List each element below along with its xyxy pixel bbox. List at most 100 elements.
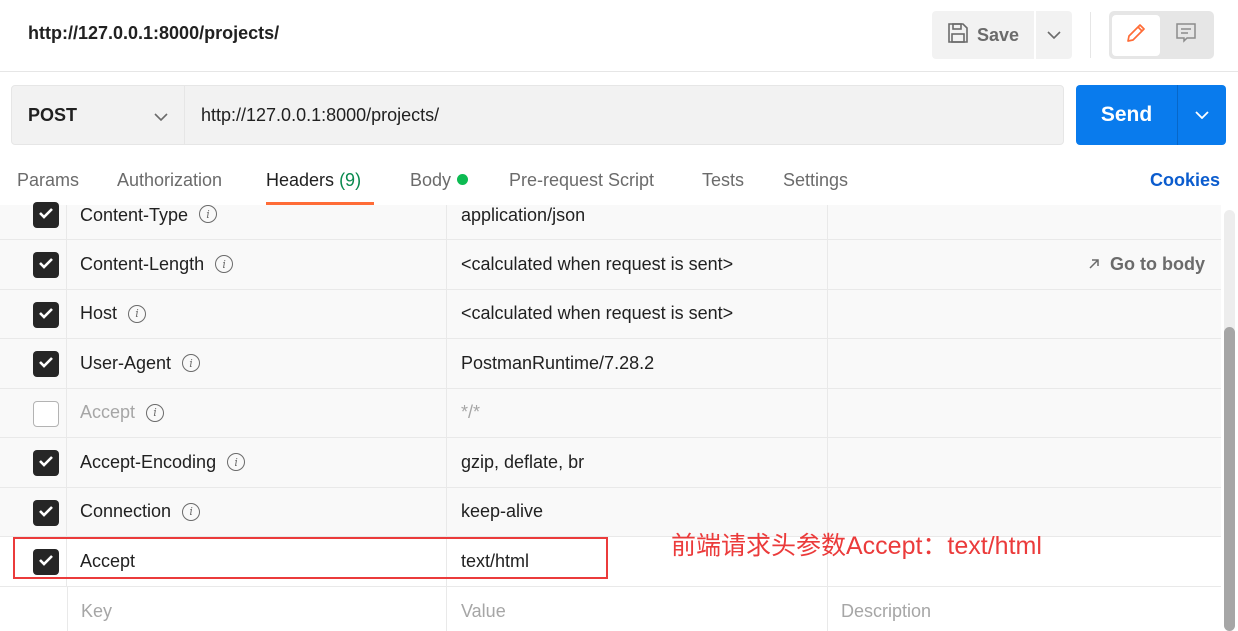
- method-label: POST: [28, 104, 78, 125]
- key-cell[interactable]: Accept i: [67, 388, 447, 437]
- info-icon[interactable]: i: [215, 255, 234, 274]
- key-cell[interactable]: User-Agent i: [67, 339, 447, 388]
- request-title[interactable]: http://127.0.0.1:8000/projects/: [28, 23, 279, 44]
- header-value: */*: [461, 402, 481, 423]
- tab-pre-request-script[interactable]: Pre-request Script: [509, 170, 654, 191]
- header-value: text/html: [461, 550, 530, 571]
- request-header-bar: http://127.0.0.1:8000/projects/ Save: [0, 0, 1238, 72]
- tab-body[interactable]: Body: [410, 170, 469, 191]
- description-cell[interactable]: [828, 290, 1221, 339]
- header-key: Content-Length: [80, 253, 205, 274]
- tab-label: Pre-request Script: [509, 170, 655, 190]
- enabled-checkbox[interactable]: [33, 351, 59, 377]
- enabled-checkbox[interactable]: [33, 301, 59, 328]
- comment-icon: [1175, 22, 1197, 49]
- key-cell[interactable]: Accept: [67, 537, 447, 586]
- description-cell[interactable]: [828, 438, 1221, 487]
- new-key-input[interactable]: Key: [67, 586, 447, 631]
- checkbox-cell: [0, 487, 67, 536]
- value-cell[interactable]: <calculated when request is sent>: [447, 240, 828, 289]
- enabled-checkbox[interactable]: [33, 549, 59, 575]
- enabled-checkbox[interactable]: [33, 202, 59, 228]
- checkbox-cell: [0, 388, 67, 437]
- tab-label: Body: [410, 170, 452, 190]
- tab-params[interactable]: Params: [17, 170, 79, 191]
- edit-mode-button[interactable]: [1112, 14, 1160, 56]
- header-key: Accept: [80, 402, 136, 423]
- table-row: Accept-Encoding i gzip, deflate, br: [0, 438, 1221, 488]
- value-cell[interactable]: */*: [447, 388, 828, 437]
- header-key: Accept-Encoding: [80, 451, 217, 472]
- new-description-input[interactable]: Description: [828, 587, 1221, 631]
- checkbox-cell: [0, 537, 67, 586]
- enabled-checkbox[interactable]: [33, 252, 59, 278]
- enabled-checkbox[interactable]: [33, 400, 59, 427]
- go-to-body-link[interactable]: Go to body: [1088, 240, 1205, 289]
- url-input[interactable]: [185, 86, 1063, 144]
- tab-headers[interactable]: Headers (9): [266, 170, 361, 191]
- checkbox-cell: [0, 202, 67, 239]
- header-key: User-Agent: [80, 352, 172, 373]
- tab-label: Settings: [783, 170, 849, 190]
- pencil-icon: [1125, 22, 1147, 49]
- checkmark-icon: [38, 256, 54, 274]
- tab-authorization[interactable]: Authorization: [117, 170, 222, 191]
- header-value: PostmanRuntime/7.28.2: [461, 352, 655, 373]
- description-cell[interactable]: Go to body: [828, 240, 1221, 289]
- header-key: Accept: [80, 550, 136, 571]
- checkmark-icon: [38, 553, 54, 571]
- save-button-group: Save: [932, 11, 1072, 59]
- checkbox-cell: [0, 289, 67, 338]
- save-dropdown-button[interactable]: [1036, 11, 1072, 59]
- enabled-checkbox[interactable]: [33, 499, 59, 526]
- info-icon[interactable]: i: [227, 453, 246, 472]
- tab-label: Headers: [266, 170, 335, 190]
- tab-tests[interactable]: Tests: [702, 170, 744, 191]
- info-icon[interactable]: i: [182, 502, 201, 521]
- save-button[interactable]: Save: [932, 11, 1034, 59]
- scrollbar-thumb[interactable]: [1224, 327, 1235, 631]
- key-cell[interactable]: Connection i: [67, 487, 447, 536]
- checkmark-icon: [38, 206, 54, 224]
- value-cell[interactable]: PostmanRuntime/7.28.2: [447, 339, 828, 388]
- chevron-down-icon: [154, 105, 168, 126]
- header-key: Host: [80, 303, 118, 324]
- table-row: Content-Length i <calculated when request…: [0, 240, 1221, 290]
- description-cell[interactable]: [828, 339, 1221, 388]
- key-cell[interactable]: Accept-Encoding i: [67, 438, 447, 487]
- checkbox-cell: [0, 438, 67, 487]
- send-dropdown-button[interactable]: [1178, 85, 1226, 145]
- comments-button[interactable]: [1162, 15, 1210, 56]
- tab-settings[interactable]: Settings: [783, 170, 848, 191]
- info-icon[interactable]: i: [182, 354, 201, 373]
- headers-table: Content-Type i application/json Content-L…: [0, 202, 1221, 631]
- checkmark-icon: [38, 454, 54, 472]
- send-button[interactable]: Send: [1076, 85, 1178, 145]
- description-cell[interactable]: [828, 205, 1221, 239]
- info-icon[interactable]: i: [199, 205, 218, 223]
- table-row: User-Agent i PostmanRuntime/7.28.2: [0, 339, 1221, 389]
- enabled-checkbox[interactable]: [33, 450, 59, 476]
- value-cell[interactable]: gzip, deflate, br: [447, 438, 828, 487]
- tab-label: Authorization: [117, 170, 223, 190]
- body-indicator-dot: [457, 173, 469, 185]
- new-header-row: Key Value Description: [0, 586, 1221, 631]
- description-cell[interactable]: [828, 389, 1221, 438]
- new-value-input[interactable]: Value: [447, 586, 828, 631]
- key-cell[interactable]: Content-Type i: [67, 205, 447, 239]
- info-icon[interactable]: i: [128, 304, 147, 323]
- key-cell[interactable]: Content-Length i: [67, 240, 447, 289]
- info-icon[interactable]: i: [146, 403, 165, 422]
- value-cell[interactable]: application/json: [447, 205, 828, 239]
- key-cell[interactable]: Host i: [67, 289, 447, 338]
- header-key: Connection: [80, 501, 172, 522]
- chevron-down-icon: [1047, 26, 1061, 44]
- annotation-text: 前端请求头参数Accept：text/html: [671, 532, 1042, 560]
- cookies-link[interactable]: Cookies: [1150, 170, 1220, 191]
- method-select[interactable]: POST: [12, 86, 185, 144]
- value-cell[interactable]: <calculated when request is sent>: [447, 289, 828, 338]
- toolbar-divider: [1090, 12, 1091, 58]
- value-placeholder: Value: [461, 600, 506, 621]
- chevron-down-icon: [1195, 106, 1209, 124]
- key-placeholder: Key: [81, 600, 113, 621]
